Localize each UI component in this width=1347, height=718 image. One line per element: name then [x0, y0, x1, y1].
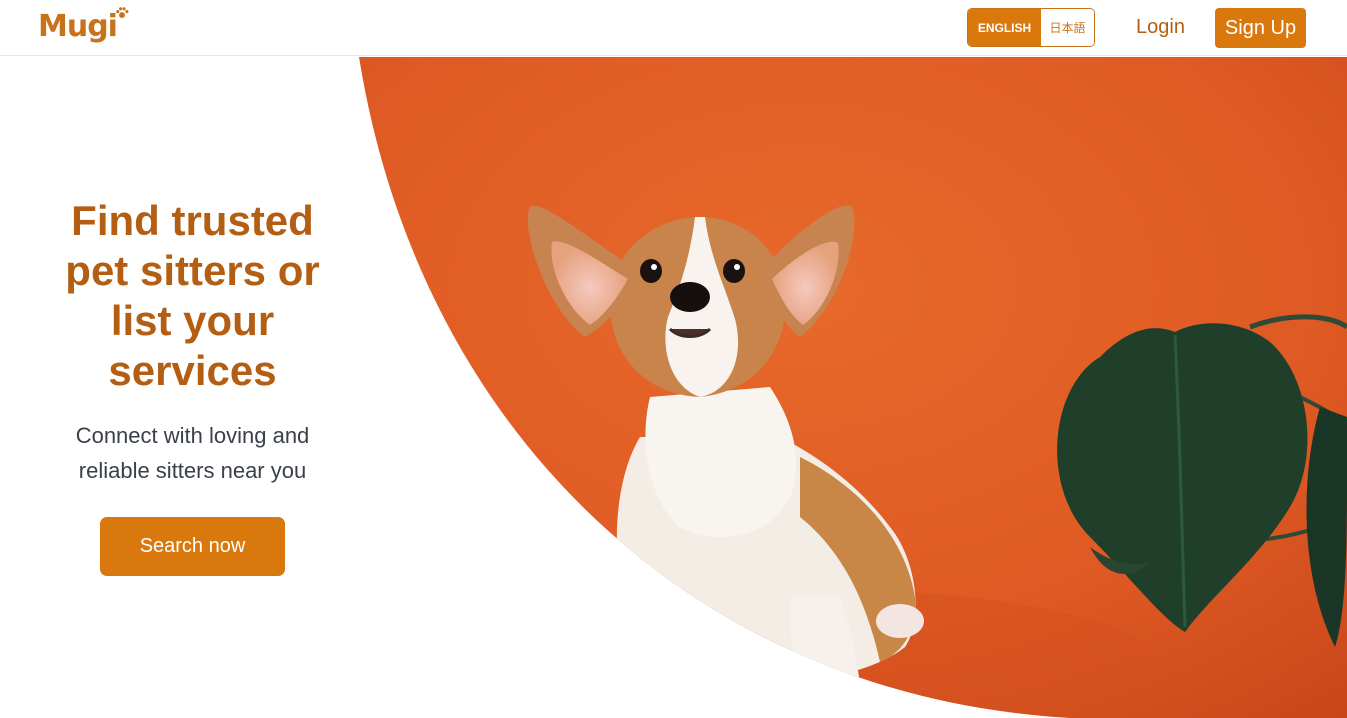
language-toggle: ENGLISH 日本語	[967, 8, 1095, 47]
brand-logo[interactable]: Mugi	[38, 7, 129, 44]
logo-text: Mugi	[38, 9, 118, 44]
login-link[interactable]: Login	[1136, 16, 1185, 39]
search-now-button[interactable]: Search now	[100, 517, 285, 576]
landing-page: Mugi ENGLISH 日本語 Login Sign Up Find trus…	[0, 0, 1347, 718]
top-navbar: Mugi ENGLISH 日本語 Login Sign Up	[0, 0, 1347, 56]
hero-subtitle: Connect with loving and reliable sitters…	[75, 423, 310, 483]
paw-icon	[116, 7, 129, 19]
signup-button[interactable]: Sign Up	[1215, 8, 1306, 48]
hero-title: Find trusted pet sitters or list your se…	[65, 197, 320, 394]
language-japanese-button[interactable]: 日本語	[1041, 9, 1094, 46]
language-english-button[interactable]: ENGLISH	[968, 9, 1041, 46]
hero-copy: Find trusted pet sitters or list your se…	[40, 196, 345, 488]
